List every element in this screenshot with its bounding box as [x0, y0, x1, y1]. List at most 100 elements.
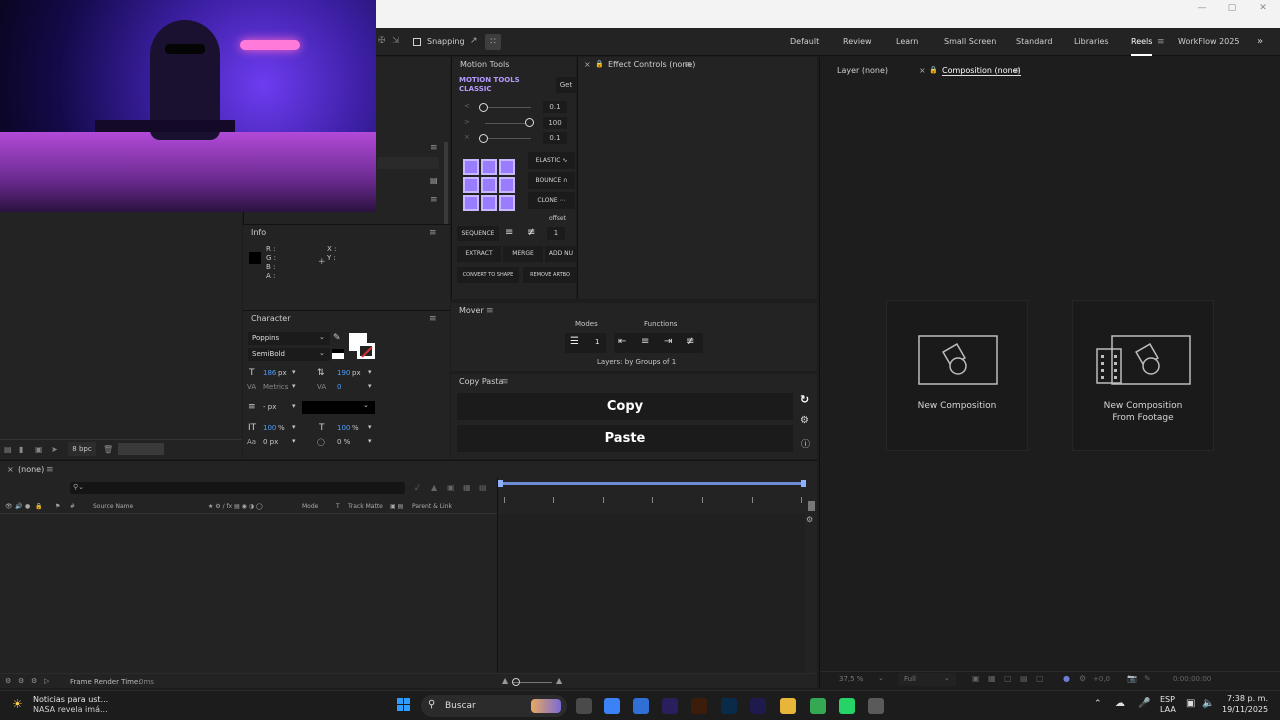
frame-blending-icon[interactable]: ▦ [463, 483, 471, 492]
close-icon[interactable]: × [7, 465, 14, 474]
chevron-down-icon[interactable]: ▾ [368, 368, 372, 376]
close-icon[interactable]: × [584, 60, 591, 69]
mask-visibility-icon[interactable]: ▢ [1004, 674, 1012, 683]
elastic-button[interactable]: ELASTIC ∿ [528, 152, 575, 169]
audio-icon[interactable]: 🔊 [15, 503, 22, 510]
font-family-select[interactable]: Poppins ⌄ [248, 332, 330, 345]
draft-3d-icon[interactable]: ▲ [431, 483, 437, 492]
more-workspaces-icon[interactable]: » [1257, 36, 1263, 47]
workspace-learn[interactable]: Learn [896, 28, 918, 56]
chevron-down-icon[interactable]: ▾ [292, 382, 296, 390]
language-line-1[interactable]: ESP [1160, 695, 1175, 704]
premiere-icon[interactable] [662, 698, 678, 714]
font-size-value[interactable]: 186 [263, 369, 276, 377]
show-channel-icon[interactable]: ✎ [1144, 674, 1151, 683]
sequence-keys-icon[interactable]: ≢ [527, 227, 535, 238]
chevron-down-icon[interactable]: ▾ [368, 423, 372, 431]
panel-menu-icon[interactable]: ≡ [430, 143, 438, 153]
timeline-tab[interactable]: (none) [18, 465, 44, 474]
extract-button[interactable]: EXTRACT [457, 246, 501, 262]
network-icon[interactable]: ▣ [1186, 698, 1195, 709]
adjust-icon[interactable]: ➤ [51, 445, 58, 454]
slider-value-1[interactable]: 0.1 [543, 101, 567, 113]
solo-icon[interactable]: ● [25, 503, 30, 510]
eyedropper-icon[interactable]: ✎ [333, 333, 341, 343]
eye-icon[interactable]: 👁 [5, 503, 13, 510]
align-right-icon[interactable]: ⇥ [664, 336, 672, 347]
comp-flowchart-icon[interactable]: ⤦ [415, 483, 420, 493]
color-channels-icon[interactable]: ● [1063, 674, 1070, 683]
copilot-icon[interactable] [604, 698, 620, 714]
news-headline-2[interactable]: NASA revela imá... [33, 705, 108, 714]
gear-icon[interactable]: ⚙ [800, 415, 809, 426]
column-source-name[interactable]: Source Name [93, 503, 133, 510]
chevron-down-icon[interactable]: ▾ [292, 437, 296, 445]
character-menu-icon[interactable]: ≡ [429, 314, 437, 324]
kerning-value[interactable]: Metrics [263, 383, 288, 391]
info-menu-icon[interactable]: ≡ [429, 228, 437, 238]
baseline-shift-value[interactable]: 0 px [263, 438, 278, 446]
region-of-interest-icon[interactable]: ▣ [972, 674, 980, 683]
file-explorer-icon[interactable] [576, 698, 592, 714]
chevron-down-icon[interactable]: ▾ [292, 423, 296, 431]
clock-date[interactable]: 19/11/2025 [1222, 705, 1268, 714]
merge-button[interactable]: MERGE [503, 246, 543, 262]
onedrive-icon[interactable]: ☁ [1115, 698, 1125, 709]
maximize-button[interactable]: ▢ [1224, 3, 1240, 15]
lock-icon[interactable]: 🔒 [35, 503, 42, 510]
toggle-switches-icon[interactable]: ⚙ [31, 677, 37, 685]
tsume-value[interactable]: 0 % [337, 438, 350, 446]
stroke-width-value[interactable]: - px [263, 403, 276, 411]
workspace-libraries[interactable]: Libraries [1074, 28, 1109, 56]
clock-time[interactable]: 7:38 p. m. [1222, 694, 1268, 703]
vertical-scale-value[interactable]: 100 [263, 424, 276, 432]
transparency-grid-icon[interactable]: ▦ [988, 674, 996, 683]
news-headline-1[interactable]: Noticias para ust... [33, 695, 108, 704]
lock-icon[interactable]: 🔒 [595, 60, 604, 68]
zoom-value[interactable]: 37,5 % [839, 675, 863, 683]
language-line-2[interactable]: LAA [1160, 705, 1176, 714]
leading-value[interactable]: 190 [337, 369, 350, 377]
remove-artboard-button[interactable]: REMOVE ARTBO [523, 267, 577, 283]
new-composition-from-footage-card[interactable]: New Composition From Footage [1072, 300, 1214, 451]
convert-to-shape-button[interactable]: CONVERT TO SHAPE [457, 267, 519, 283]
minimize-button[interactable]: — [1194, 3, 1210, 15]
paste-button[interactable]: Paste [457, 425, 793, 452]
snapping-checkbox[interactable] [413, 38, 421, 46]
grid-guides-icon[interactable]: ▤ [1020, 674, 1028, 683]
toggle-modes-icon[interactable]: ▷ [44, 677, 49, 685]
work-area-start-handle[interactable] [498, 480, 503, 487]
distribute-icon[interactable]: ≢ [686, 336, 694, 347]
anchor-bottom[interactable] [481, 195, 497, 211]
zoom-in-icon[interactable]: ▲ [556, 676, 562, 685]
composition-menu-icon[interactable]: ≡ [1013, 66, 1021, 76]
slider-value-3[interactable]: 0.1 [543, 132, 567, 144]
workspace-reels[interactable]: Reels [1131, 28, 1153, 56]
info-icon[interactable]: ⓘ [801, 437, 810, 450]
tab-composition[interactable]: Composition (none) [942, 66, 1021, 76]
bounce-button[interactable]: BOUNCE ∩ [528, 172, 575, 189]
new-composition-card[interactable]: New Composition [886, 300, 1028, 451]
chrome-icon[interactable] [810, 698, 826, 714]
anchor-left[interactable] [463, 177, 479, 193]
bpc-button[interactable]: 8 bpc [68, 442, 96, 456]
chevron-down-icon[interactable]: ▾ [368, 437, 372, 445]
column-mode[interactable]: Mode [302, 503, 318, 510]
workspace-small-screen[interactable]: Small Screen [944, 28, 996, 56]
workspace-workflow-2025[interactable]: WorkFlow 2025 [1178, 28, 1239, 56]
sequence-button[interactable]: SEQUENCE [457, 226, 499, 241]
folder-icon[interactable] [780, 698, 796, 714]
panel-options-icon[interactable]: ▤ [430, 176, 438, 185]
volume-icon[interactable]: 🔈 [1202, 698, 1214, 709]
workspace-menu-icon[interactable]: ≡ [1157, 37, 1165, 47]
effect-controls-title[interactable]: Effect Controls (none) [608, 60, 695, 69]
store-icon[interactable] [633, 698, 649, 714]
timeline-track-area[interactable] [500, 514, 805, 673]
snap-grid-icon[interactable]: ∷ [485, 34, 501, 50]
slider-value-2[interactable]: 100 [543, 117, 567, 129]
anchor-top-left[interactable] [463, 159, 479, 175]
lock-icon[interactable]: 🔒 [929, 66, 938, 74]
puppet-tool-icon[interactable]: ⇲ [392, 36, 400, 46]
horizontal-scale-value[interactable]: 100 [337, 424, 350, 432]
align-left-icon[interactable]: ⇤ [618, 336, 626, 347]
